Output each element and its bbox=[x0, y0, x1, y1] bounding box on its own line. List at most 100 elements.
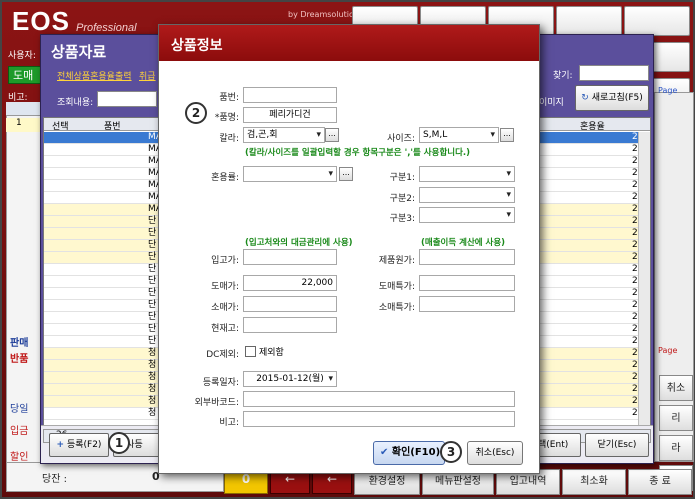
vertical-scrollbar[interactable] bbox=[638, 132, 650, 428]
in-price-label: 입고가: bbox=[211, 256, 239, 266]
retail-price-label: 소매가: bbox=[211, 303, 239, 313]
note-label: 비고: bbox=[219, 418, 239, 428]
ext-barcode-input[interactable] bbox=[243, 391, 515, 407]
color-value: 검,곤,회 bbox=[247, 130, 278, 140]
app-edition: Professional bbox=[76, 22, 137, 34]
name-input[interactable]: 페리가디건 bbox=[243, 107, 337, 123]
page-label: Page bbox=[658, 86, 678, 95]
callout-badge-3: 3 bbox=[440, 441, 462, 463]
column-header-select[interactable]: 선택 bbox=[52, 119, 69, 132]
mix-rate-more-button[interactable]: ... bbox=[339, 167, 353, 181]
size-more-button[interactable]: ... bbox=[500, 128, 514, 142]
reg-date-value: 2015-01-12(월) bbox=[256, 374, 324, 384]
column-header-code[interactable]: 품번 bbox=[104, 119, 121, 132]
code-input[interactable] bbox=[243, 87, 337, 103]
dc-exclude-checkbox[interactable] bbox=[245, 346, 256, 357]
profit-note: (매출이득 계산에 사용) bbox=[421, 238, 506, 248]
category2-label: 구분2: bbox=[389, 194, 415, 204]
stock-label: 현재고: bbox=[211, 324, 239, 334]
column-header-mix-rate[interactable]: 혼용율 bbox=[580, 119, 605, 132]
discount-label: 할인 bbox=[10, 452, 29, 463]
cell-code: 단 bbox=[148, 228, 157, 238]
cell-code: 단 bbox=[148, 252, 157, 262]
category1-label: 구분1: bbox=[389, 173, 415, 183]
app-logo: EOS bbox=[12, 6, 70, 36]
side-button-ri[interactable]: 리 bbox=[659, 405, 693, 431]
cancel-side-button[interactable]: 취소 bbox=[659, 375, 693, 401]
menu-grid-button[interactable] bbox=[556, 6, 622, 36]
left-grid-header bbox=[6, 102, 44, 116]
callout-badge-1: 1 bbox=[108, 432, 130, 454]
dc-exclude-checkbox-label: 제외함 bbox=[259, 348, 284, 358]
wholesale-price-label: 도매가: bbox=[211, 282, 239, 292]
plus-icon: + bbox=[56, 440, 65, 450]
side-button-ra[interactable]: 라 bbox=[659, 435, 693, 461]
window-title: 상품자료 bbox=[51, 43, 107, 61]
quit-button[interactable]: 종 료 bbox=[628, 469, 692, 495]
mix-rate-select[interactable] bbox=[243, 166, 337, 182]
cost-label: 제품원가: bbox=[378, 256, 415, 266]
register-button[interactable]: + 등록(F2) bbox=[49, 433, 109, 457]
color-more-button[interactable]: ... bbox=[325, 128, 339, 142]
color-select[interactable]: 검,곤,회 bbox=[243, 127, 325, 143]
export-mix-rate-link[interactable]: 전체상품혼용율출력 bbox=[57, 69, 132, 82]
retail-price-input[interactable] bbox=[243, 296, 337, 312]
reg-date-picker[interactable]: 2015-01-12(월) bbox=[243, 371, 337, 387]
wholesale-special-input[interactable] bbox=[419, 275, 515, 291]
right-side-panel: 취소 리 라 고침 bbox=[654, 92, 694, 491]
close-button[interactable]: 닫기(Esc) bbox=[585, 433, 649, 457]
cell-code: 단 bbox=[148, 324, 157, 334]
cost-input[interactable] bbox=[419, 249, 515, 265]
refresh-icon: ↻ bbox=[581, 93, 589, 103]
code-label: 품번: bbox=[219, 93, 239, 103]
cancel-link[interactable]: 취급 bbox=[139, 69, 156, 82]
color-size-note: (칼라/사이즈를 일괄입력할 경우 항목구분은 ','를 사용합니다.) bbox=[245, 148, 471, 158]
color-label: 칼라: bbox=[219, 134, 239, 144]
deposit-label: 입금 bbox=[10, 426, 29, 437]
cell-code: 청 bbox=[148, 360, 157, 370]
purchase-note: (입고처와의 대금관리에 사용) bbox=[245, 238, 353, 248]
retail-special-label: 소매특가: bbox=[378, 303, 415, 313]
wholesale-price-input[interactable]: 22,000 bbox=[243, 275, 337, 291]
cancel-button[interactable]: 취소(Esc) bbox=[467, 441, 523, 465]
in-price-input[interactable] bbox=[243, 249, 337, 265]
cell-code: 청 bbox=[148, 372, 157, 382]
callout-badge-2: 2 bbox=[185, 102, 207, 124]
cell-code: 단 bbox=[148, 216, 157, 226]
register-label: 등록(F2) bbox=[66, 440, 102, 450]
cell-code: 단 bbox=[148, 240, 157, 250]
day-label: 당일 bbox=[10, 404, 29, 415]
dialog-title: 상품정보 bbox=[171, 38, 223, 54]
dc-exclude-label: DC제외: bbox=[206, 350, 239, 360]
cell-code: 단 bbox=[148, 312, 157, 322]
ext-barcode-label: 외부바코드: bbox=[194, 398, 239, 408]
balance-label: 당잔 : bbox=[42, 474, 67, 485]
refresh-button[interactable]: ↻ 새로고침(F5) bbox=[575, 85, 649, 111]
category2-select[interactable] bbox=[419, 187, 515, 203]
note-input[interactable] bbox=[243, 411, 515, 427]
size-label: 사이즈: bbox=[387, 134, 415, 144]
image-label: 이미지 bbox=[539, 98, 564, 108]
sale-label: 판매 bbox=[10, 338, 29, 349]
retail-special-input[interactable] bbox=[419, 296, 515, 312]
user-label: 사용자: bbox=[8, 51, 36, 61]
search-label: 조회내용: bbox=[57, 98, 94, 108]
category3-select[interactable] bbox=[419, 207, 515, 223]
find-input[interactable] bbox=[579, 65, 649, 81]
size-select[interactable]: S,M,L bbox=[419, 127, 499, 143]
check-icon: ✔ bbox=[380, 447, 389, 458]
confirm-button[interactable]: ✔ 확인(F10) bbox=[373, 441, 445, 465]
return-label: 반품 bbox=[10, 354, 29, 365]
menu-grid-button[interactable] bbox=[624, 6, 690, 36]
category1-select[interactable] bbox=[419, 166, 515, 182]
cell-code: 단 bbox=[148, 288, 157, 298]
cell-code: 청 bbox=[148, 408, 157, 418]
left-grid-row[interactable]: 1 bbox=[6, 118, 44, 132]
find-label: 찾기: bbox=[553, 71, 573, 81]
stock-input[interactable] bbox=[243, 317, 337, 333]
minimize-button[interactable]: 최소화 bbox=[562, 469, 626, 495]
category3-label: 구분3: bbox=[389, 214, 415, 224]
cell-code: 단 bbox=[148, 276, 157, 286]
search-input[interactable] bbox=[97, 91, 157, 107]
size-value: S,M,L bbox=[423, 130, 448, 140]
